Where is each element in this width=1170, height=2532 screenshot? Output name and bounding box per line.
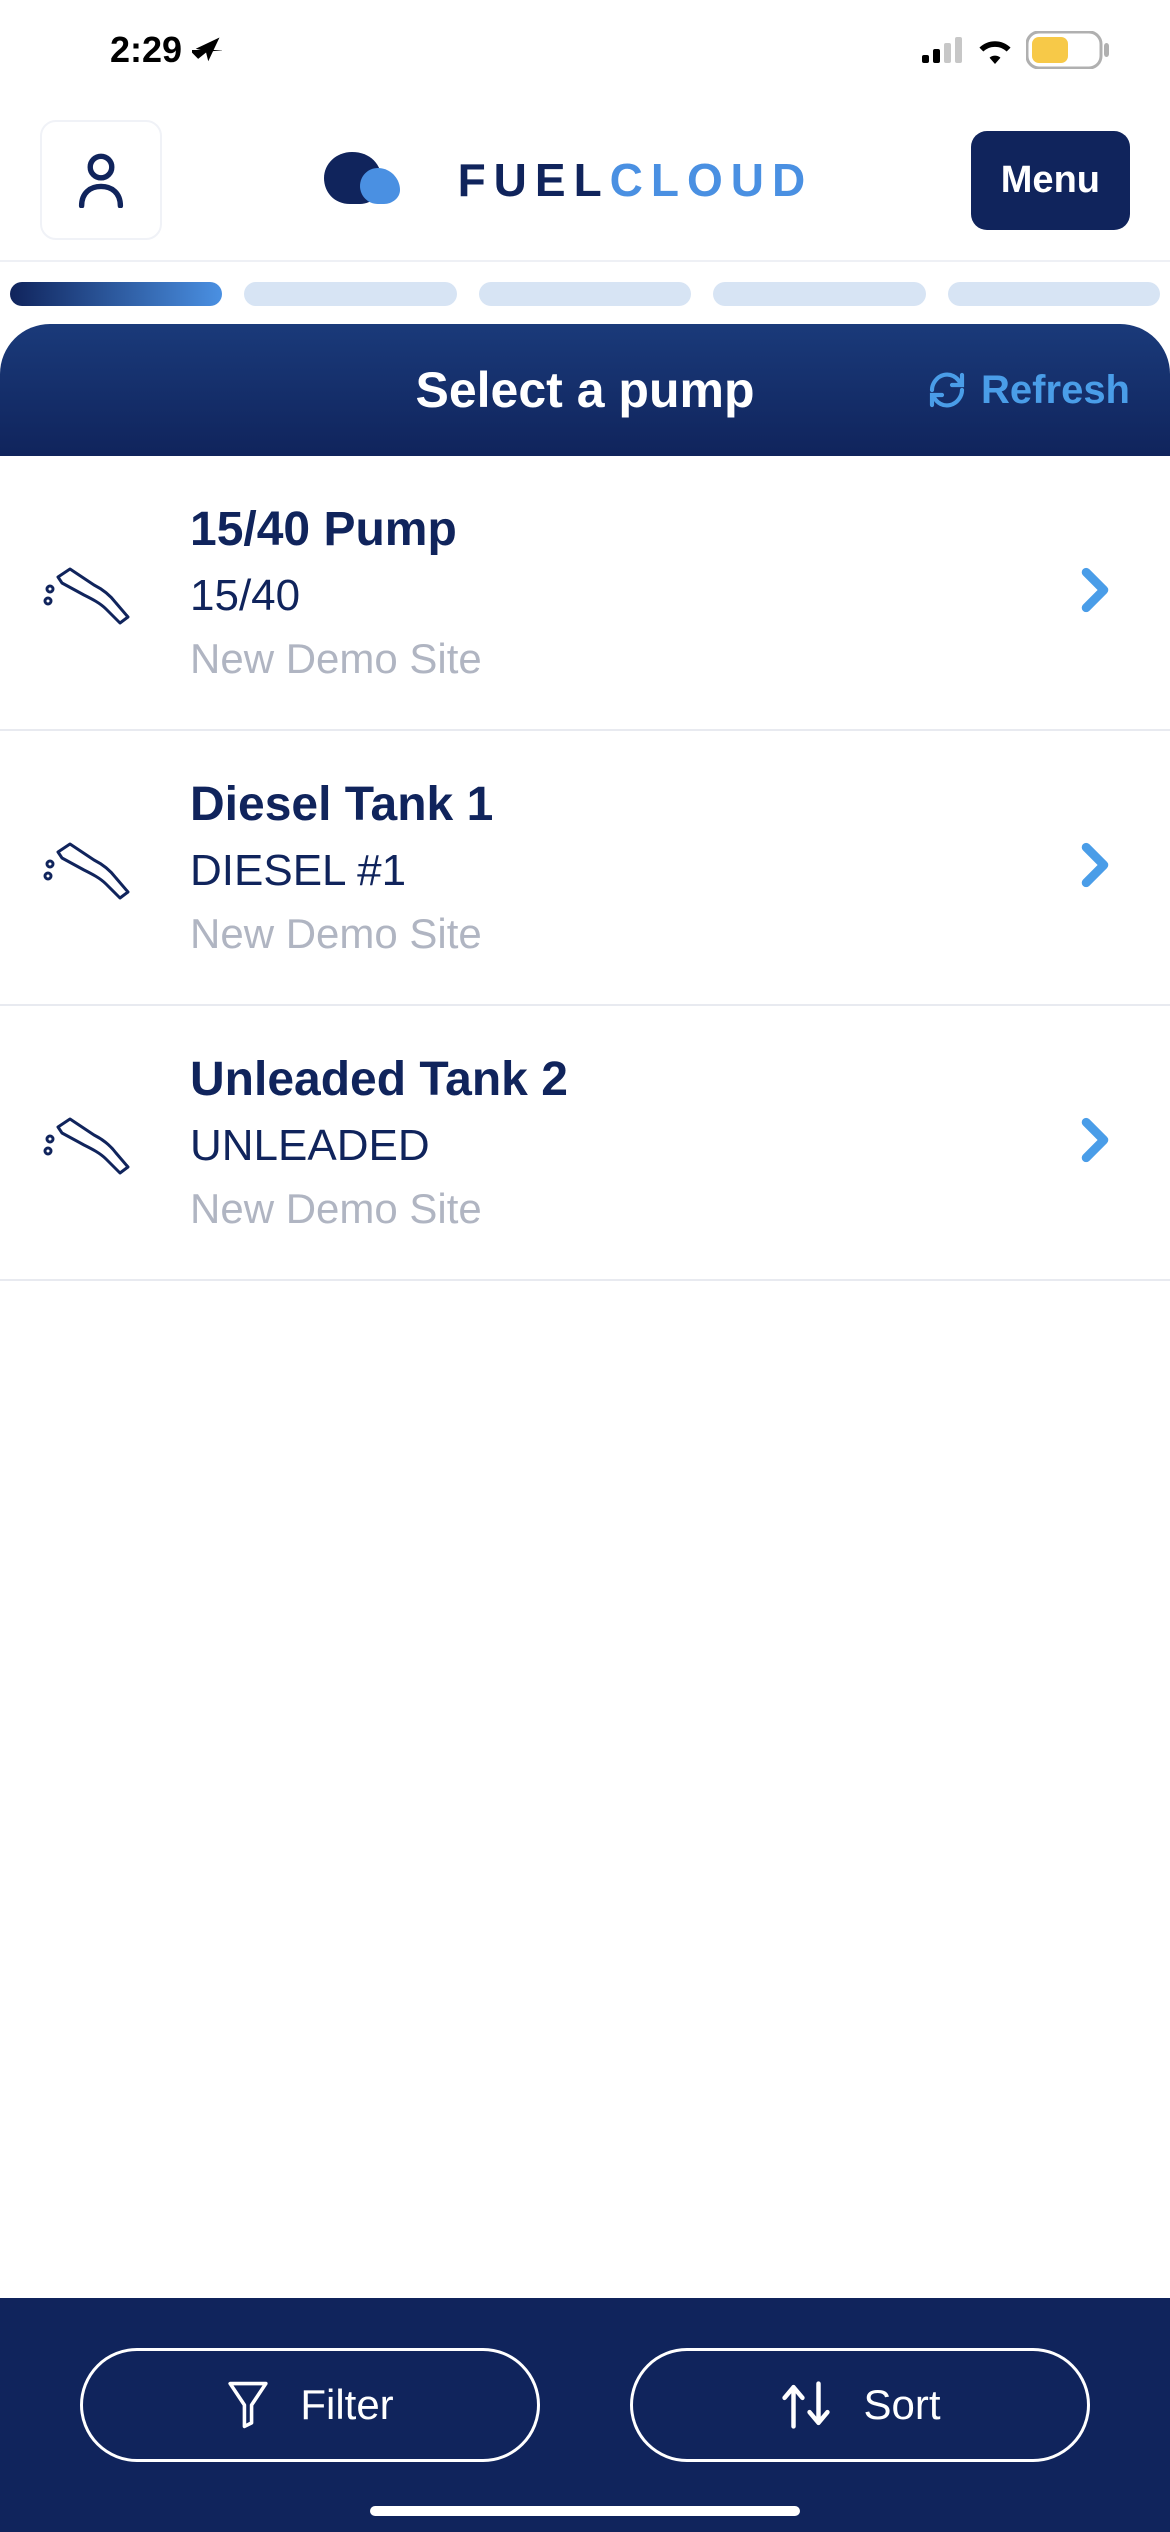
pump-name: Diesel Tank 1 (190, 777, 1030, 832)
status-icons (922, 31, 1110, 69)
chevron-wrap (1080, 567, 1120, 618)
home-indicator[interactable] (370, 2506, 800, 2516)
pump-type: DIESEL #1 (190, 846, 1030, 896)
filter-label: Filter (300, 2381, 393, 2429)
pump-site: New Demo Site (190, 635, 1030, 683)
chevron-right-icon (1080, 842, 1110, 888)
sort-icon (779, 2380, 833, 2430)
app-header: FUELCLOUD Menu (0, 100, 1170, 262)
progress-segment-3 (479, 282, 691, 306)
brand: FUELCLOUD (320, 144, 814, 216)
status-time: 2:29 (110, 29, 222, 71)
profile-button[interactable] (40, 120, 162, 240)
pump-icon-wrap (40, 1111, 140, 1175)
user-icon (75, 152, 127, 208)
chevron-right-icon (1080, 567, 1110, 613)
page-title: Select a pump (416, 361, 755, 419)
pump-name: 15/40 Pump (190, 502, 1030, 557)
pump-site: New Demo Site (190, 910, 1030, 958)
progress-indicator (0, 262, 1170, 326)
footer: Filter Sort (0, 2298, 1170, 2532)
chevron-wrap (1080, 1117, 1120, 1168)
brand-text: FUELCLOUD (458, 153, 814, 207)
pump-item[interactable]: Diesel Tank 1 DIESEL #1 New Demo Site (0, 731, 1170, 1006)
refresh-label: Refresh (981, 368, 1130, 413)
brand-fuel: FUEL (458, 154, 610, 206)
progress-segment-5 (948, 282, 1160, 306)
pump-icon-wrap (40, 561, 140, 625)
pump-nozzle-icon (40, 561, 140, 625)
pump-item[interactable]: Unleaded Tank 2 UNLEADED New Demo Site (0, 1006, 1170, 1281)
pump-info: 15/40 Pump 15/40 New Demo Site (190, 502, 1030, 683)
progress-segment-4 (713, 282, 925, 306)
status-bar: 2:29 (0, 0, 1170, 100)
pump-site: New Demo Site (190, 1185, 1030, 1233)
cloud-logo-icon (320, 144, 428, 216)
page-header: Select a pump Refresh (0, 324, 1170, 456)
filter-button[interactable]: Filter (80, 2348, 540, 2462)
pump-name: Unleaded Tank 2 (190, 1052, 1030, 1107)
refresh-icon (927, 370, 967, 410)
brand-cloud: CLOUD (610, 154, 814, 206)
chevron-wrap (1080, 842, 1120, 893)
pump-list: 15/40 Pump 15/40 New Demo Site Diesel Ta… (0, 456, 1170, 2298)
menu-label: Menu (1001, 159, 1100, 201)
pump-type: UNLEADED (190, 1121, 1030, 1171)
signal-icon (922, 37, 964, 63)
chevron-right-icon (1080, 1117, 1110, 1163)
menu-button[interactable]: Menu (971, 131, 1130, 230)
pump-info: Unleaded Tank 2 UNLEADED New Demo Site (190, 1052, 1030, 1233)
battery-icon (1026, 31, 1110, 69)
sort-label: Sort (863, 2381, 940, 2429)
sort-button[interactable]: Sort (630, 2348, 1090, 2462)
pump-type: 15/40 (190, 571, 1030, 621)
progress-segment-1 (10, 282, 222, 306)
time-text: 2:29 (110, 29, 182, 71)
filter-icon (226, 2380, 270, 2430)
pump-nozzle-icon (40, 1111, 140, 1175)
pump-item[interactable]: 15/40 Pump 15/40 New Demo Site (0, 456, 1170, 731)
pump-info: Diesel Tank 1 DIESEL #1 New Demo Site (190, 777, 1030, 958)
location-icon (192, 35, 222, 65)
pump-nozzle-icon (40, 836, 140, 900)
progress-segment-2 (244, 282, 456, 306)
pump-icon-wrap (40, 836, 140, 900)
refresh-button[interactable]: Refresh (927, 368, 1130, 413)
wifi-icon (976, 36, 1014, 64)
